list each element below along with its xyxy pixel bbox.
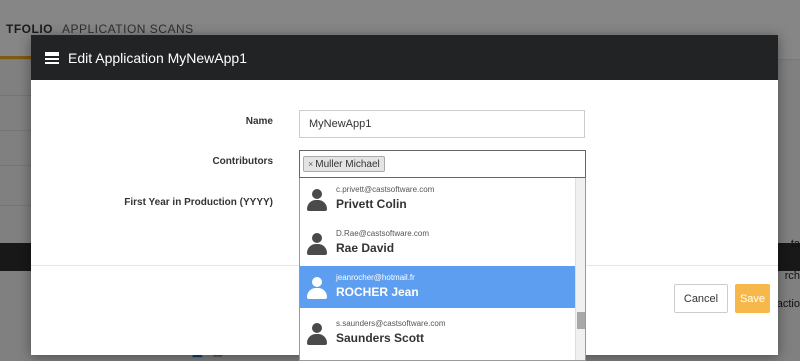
option-email: D.Rae@castsoftware.com — [336, 229, 430, 238]
option-email: c.privett@castsoftware.com — [336, 185, 435, 194]
list-icon — [45, 51, 59, 64]
dropdown-option[interactable]: s.saunders@castsoftware.com Saunders Sco… — [300, 312, 576, 354]
user-avatar-icon — [306, 277, 328, 299]
user-avatar-icon — [306, 323, 328, 345]
cancel-button[interactable]: Cancel — [674, 284, 728, 313]
modal-header: Edit Application MyNewApp1 — [31, 35, 778, 80]
name-input[interactable] — [299, 110, 585, 138]
option-email: jeanrocher@hotmail.fr — [336, 273, 415, 282]
name-label: Name — [245, 116, 273, 127]
dropdown-option[interactable]: c.privett@castsoftware.com Privett Colin — [300, 178, 576, 220]
save-button[interactable]: Save — [735, 284, 770, 313]
contributor-tag-label: Muller Michael — [315, 158, 380, 170]
modal-title: Edit Application MyNewApp1 — [68, 49, 247, 66]
contributors-input[interactable]: × Muller Michael — [299, 150, 586, 178]
dropdown-scrollbar[interactable] — [575, 178, 585, 360]
option-name: Saunders Scott — [336, 331, 425, 345]
option-name: Rae David — [336, 241, 395, 255]
scrollbar-thumb[interactable] — [577, 312, 585, 329]
contributors-dropdown: c.privett@castsoftware.com Privett Colin… — [299, 178, 586, 361]
user-avatar-icon — [306, 189, 328, 211]
contributor-tag: × Muller Michael — [303, 156, 385, 172]
option-name: Privett Colin — [336, 197, 407, 211]
option-email: s.saunders@castsoftware.com — [336, 319, 446, 328]
user-avatar-icon — [306, 233, 328, 255]
dropdown-option-highlighted[interactable]: jeanrocher@hotmail.fr ROCHER Jean — [300, 266, 576, 308]
remove-tag-icon[interactable]: × — [308, 159, 313, 169]
dropdown-option[interactable]: D.Rae@castsoftware.com Rae David — [300, 222, 576, 264]
option-name: ROCHER Jean — [336, 285, 419, 299]
first-year-label: First Year in Production (YYYY) — [124, 197, 273, 208]
contributors-label: Contributors — [212, 156, 273, 167]
